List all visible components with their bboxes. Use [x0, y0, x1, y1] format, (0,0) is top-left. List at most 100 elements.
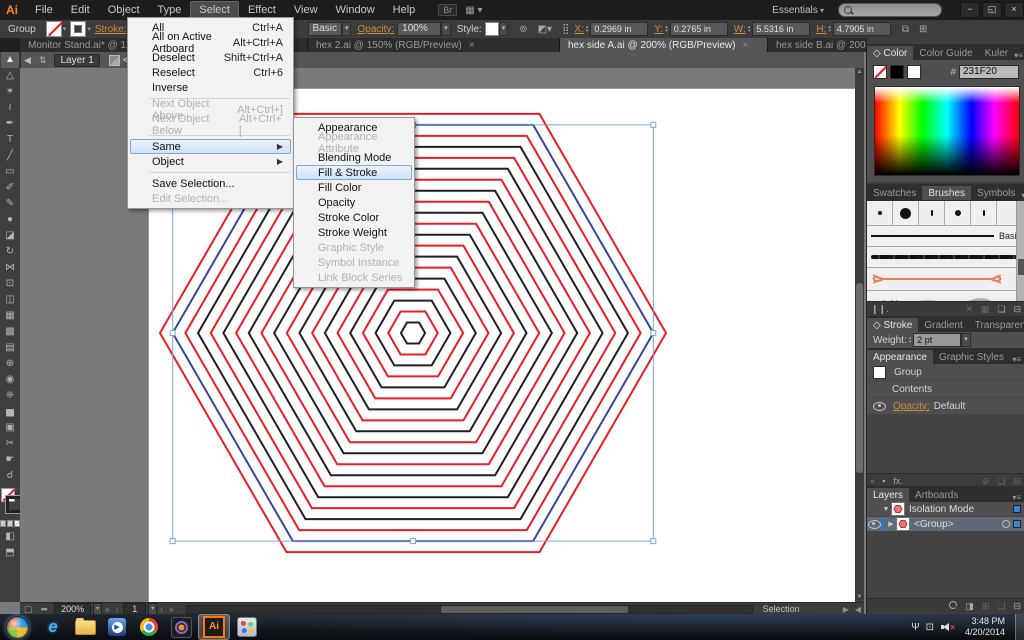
magic-wand-tool[interactable]: ✶	[1, 84, 19, 100]
brush-libraries-icon[interactable]: ❙❙.	[871, 304, 889, 315]
fx-icon[interactable]: fx.	[893, 476, 903, 486]
menu-item-stroke-weight[interactable]: Stroke Weight	[296, 225, 412, 240]
new-stroke-icon[interactable]: ▫	[871, 476, 874, 486]
line-segment-tool[interactable]: ╱	[1, 148, 19, 164]
menu-item-save-selection[interactable]: Save Selection...	[130, 176, 291, 191]
vertical-scroll-thumb[interactable]	[856, 283, 863, 473]
stroke-label[interactable]: Stroke:	[95, 24, 127, 35]
fill-stroke-indicator[interactable]	[1, 488, 19, 518]
rotate-tool[interactable]: ↻	[1, 244, 19, 260]
menu-item-opacity[interactable]: Opacity	[296, 195, 412, 210]
appearance-opacity-label[interactable]: Opacity:	[893, 401, 930, 412]
close-button[interactable]: ×	[1004, 2, 1024, 18]
media-app-icon[interactable]	[166, 615, 196, 639]
field-input-x[interactable]: 0.2969 in	[590, 22, 648, 36]
panel-menu-icon[interactable]: ▾≡	[1014, 48, 1024, 60]
fill-color-swatch[interactable]	[46, 21, 62, 37]
field-input-y[interactable]: 0.2765 in	[670, 22, 728, 36]
next-artboard-icon[interactable]: ›	[160, 605, 163, 614]
eraser-tool[interactable]: ◪	[1, 228, 19, 244]
brush-definition-dropdown[interactable]: Basic	[308, 22, 342, 36]
reference-point-icon[interactable]: ⣿	[562, 24, 569, 35]
tab-swatches[interactable]: Swatches	[867, 186, 922, 200]
blend-tool[interactable]: ◉	[1, 372, 19, 388]
tab-artboards[interactable]: Artboards	[909, 488, 964, 502]
calligraphic-brush[interactable]	[945, 201, 971, 225]
tab-appearance[interactable]: Appearance	[867, 350, 933, 364]
calligraphic-brush[interactable]	[893, 201, 919, 225]
pencil-tool[interactable]: ✎	[1, 196, 19, 212]
field-input-w[interactable]: 5.5316 in	[752, 22, 810, 36]
panel-menu-icon[interactable]: ▾≡	[1012, 352, 1024, 364]
zoom-tool[interactable]: ☌	[1, 468, 19, 484]
selection-handle[interactable]	[411, 539, 416, 544]
paintbrush-tool[interactable]: ✐	[1, 180, 19, 196]
menu-item-reselect[interactable]: ReselectCtrl+6	[130, 65, 291, 80]
arrange-documents-icon[interactable]: ▦ ▾	[465, 5, 482, 16]
first-artboard-icon[interactable]: «	[105, 605, 109, 614]
menu-item-stroke-color[interactable]: Stroke Color	[296, 210, 412, 225]
visibility-eye-icon[interactable]	[873, 402, 886, 411]
field-input-h[interactable]: 4.7905 in	[833, 22, 891, 36]
start-button[interactable]	[6, 616, 29, 639]
selection-handle[interactable]	[651, 539, 656, 544]
brush-scroll-thumb[interactable]	[1018, 259, 1024, 275]
collapse-arrow-icon[interactable]: ▶	[886, 520, 896, 528]
calligraphic-brush[interactable]	[971, 201, 997, 225]
explorer-folder-icon[interactable]	[70, 615, 100, 639]
horizontal-scrollbar[interactable]	[186, 605, 752, 614]
menu-file[interactable]: File	[26, 1, 62, 19]
column-graph-tool[interactable]: ▅	[1, 404, 19, 420]
media-player-icon[interactable]: ▶	[102, 615, 132, 639]
selection-indicator[interactable]	[1013, 520, 1021, 528]
taskbar-clock[interactable]: 3:48 PM 4/20/2014	[965, 616, 1005, 638]
hexagon-ring[interactable]	[401, 323, 425, 344]
menu-item-all-on-active-artboard[interactable]: All on Active ArtboardAlt+Ctrl+A	[130, 35, 291, 50]
pen-tool[interactable]: ✒	[1, 116, 19, 132]
layers-row-isolation[interactable]: ▼ Isolation Mode	[867, 502, 1024, 517]
type-tool[interactable]: T	[1, 132, 19, 148]
vertical-scrollbar[interactable]: ▲ ▼	[855, 68, 864, 602]
show-desktop-button[interactable]	[1015, 614, 1024, 640]
status-prev-icon[interactable]: ◀	[855, 605, 861, 614]
shape-builder-tool[interactable]: ◫	[1, 292, 19, 308]
tab-brushes[interactable]: Brushes	[922, 186, 971, 200]
tab-close-icon[interactable]: ×	[742, 40, 748, 51]
hexagon-ring[interactable]	[350, 279, 476, 388]
document-tab[interactable]: hex side A.ai @ 200% (RGB/Preview)×	[560, 38, 768, 52]
menu-window[interactable]: Window	[327, 1, 384, 19]
tab-color-guide[interactable]: Color Guide	[913, 46, 978, 60]
fill-dropdown-icon[interactable]: ▾	[62, 25, 71, 33]
locate-object-icon[interactable]	[949, 601, 957, 611]
bridge-button[interactable]: Br	[438, 4, 457, 16]
menu-item-object[interactable]: Object▶	[130, 154, 291, 169]
brush-definition-arrow-icon[interactable]: ▾	[342, 22, 352, 36]
tab-symbols[interactable]: Symbols	[971, 186, 1021, 200]
calligraphic-brush[interactable]	[919, 201, 945, 225]
decorative-brush-row[interactable]	[867, 268, 1024, 291]
menu-item-fill-stroke[interactable]: Fill & Stroke	[296, 165, 412, 180]
field-stepper[interactable]: ▴▾	[665, 25, 668, 33]
color-button[interactable]	[0, 520, 6, 527]
direct-selection-tool[interactable]: △	[1, 68, 19, 84]
calligraphic-brush-row[interactable]	[867, 201, 1024, 226]
breadcrumb-layer[interactable]: Layer 1	[54, 54, 99, 67]
weight-value[interactable]: 2 pt	[913, 333, 961, 347]
tab-kuler[interactable]: Kuler	[979, 46, 1014, 60]
gradient-tool[interactable]: ▤	[1, 340, 19, 356]
internet-explorer-icon[interactable]: e	[38, 615, 68, 639]
menu-help[interactable]: Help	[384, 1, 425, 19]
selection-handle[interactable]	[651, 122, 656, 127]
expand-arrow-icon[interactable]: ▼	[881, 506, 891, 513]
stroke-color-swatch[interactable]	[70, 21, 86, 37]
workspace-switcher[interactable]: Essentials	[772, 5, 824, 16]
tab-layers[interactable]: Layers	[867, 488, 909, 502]
select-similar-icon[interactable]: ◩▾	[538, 24, 552, 35]
make-clip-mask-icon[interactable]: ◨	[965, 601, 974, 612]
weight-dropdown-icon[interactable]: ▾	[961, 333, 971, 347]
horizontal-scroll-thumb[interactable]	[441, 606, 627, 613]
tab-transparency[interactable]: Transparency	[969, 318, 1024, 332]
share-icon[interactable]: ➦	[41, 604, 49, 615]
panel-menu-icon[interactable]: ▾≡	[1012, 490, 1024, 502]
opacity-arrow-icon[interactable]: ▾	[441, 22, 451, 36]
